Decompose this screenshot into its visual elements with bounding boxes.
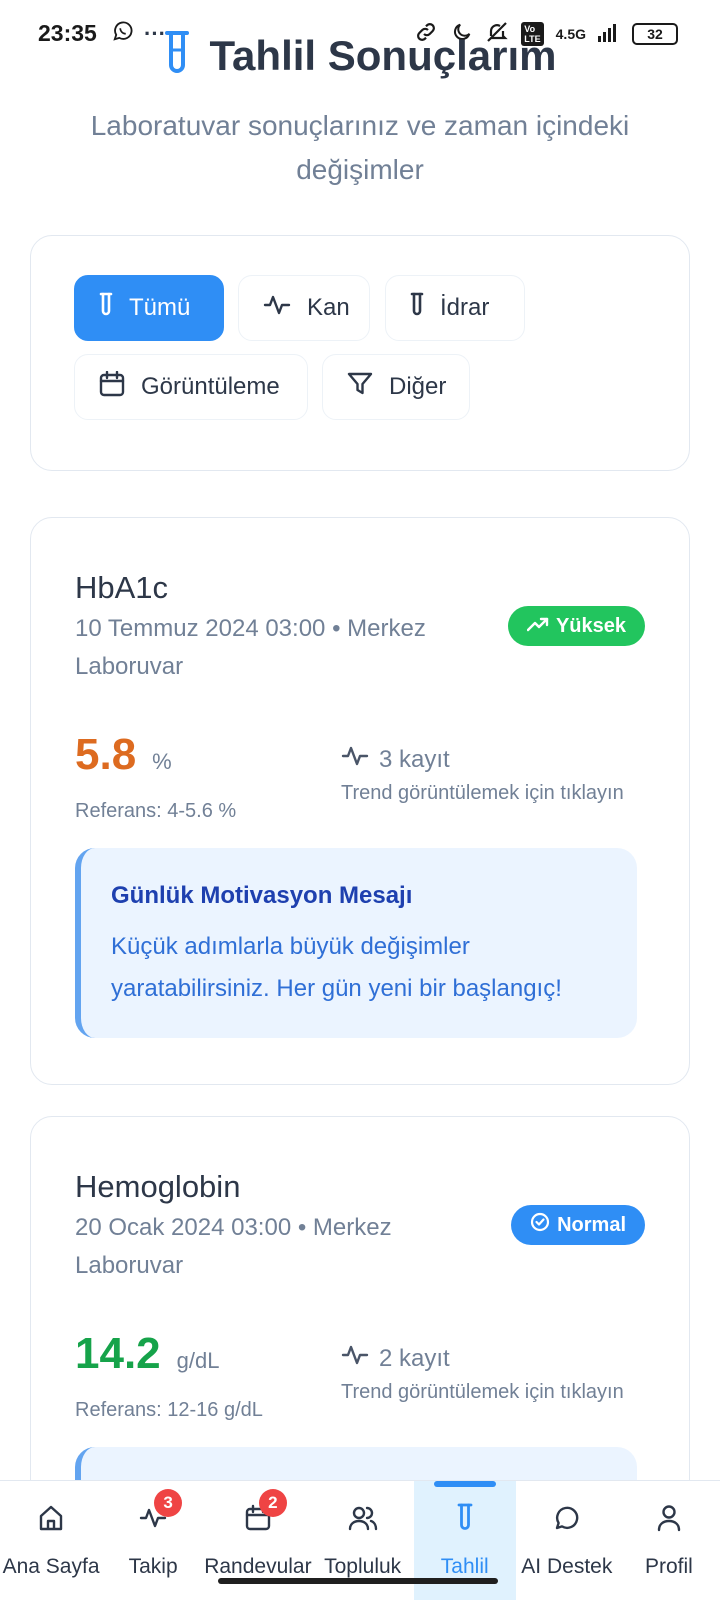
nav-label: Topluluk bbox=[324, 1555, 402, 1578]
nav-label: AI Destek bbox=[521, 1555, 613, 1578]
home-indicator[interactable] bbox=[218, 1578, 498, 1584]
filter-chip-label: Kan bbox=[307, 294, 350, 321]
result-meta: 20 Ocak 2024 03:00 • Merkez Laboruvar bbox=[75, 1214, 392, 1279]
notification-badge: 3 bbox=[154, 1489, 183, 1517]
test-tube-icon bbox=[410, 292, 424, 325]
result-reference: Referans: 4-5.6 % bbox=[75, 800, 237, 822]
result-meta: 10 Temmuz 2024 03:00 • Merkez Laboruvar bbox=[75, 615, 426, 680]
filter-chip-label: İdrar bbox=[440, 294, 490, 321]
activity-icon bbox=[341, 1343, 369, 1374]
status-badge-label: Normal bbox=[557, 1213, 626, 1236]
result-value-number: 14.2 bbox=[75, 1329, 161, 1378]
filter-chip-tumu[interactable]: Tümü bbox=[74, 275, 224, 341]
nav-label: Ana Sayfa bbox=[2, 1555, 100, 1578]
result-value: 14.2 g/dL bbox=[75, 1329, 219, 1379]
filter-chip-label: Diğer bbox=[389, 373, 447, 400]
filter-chip-diger[interactable]: Diğer bbox=[322, 354, 470, 420]
nav-label: Randevular bbox=[204, 1555, 312, 1578]
result-name: Hemoglobin bbox=[75, 1169, 241, 1204]
trending-up-icon bbox=[526, 615, 549, 638]
nav-label: Tahlil bbox=[440, 1555, 489, 1578]
filter-icon bbox=[347, 371, 373, 404]
page-subtitle: Laboratuvar sonuçlarınız ve zaman içinde… bbox=[90, 110, 630, 185]
result-unit: g/dL bbox=[176, 1348, 220, 1373]
notification-badge: 2 bbox=[258, 1489, 287, 1517]
filter-chip-idrar[interactable]: İdrar bbox=[385, 275, 525, 341]
nav-item-profil[interactable]: Profil bbox=[618, 1481, 720, 1600]
test-tube-icon bbox=[450, 1503, 480, 1533]
filter-chip-label: Tümü bbox=[129, 294, 191, 321]
status-badge-label: Yüksek bbox=[555, 614, 626, 637]
nav-label: Takip bbox=[128, 1555, 178, 1578]
result-unit: % bbox=[152, 749, 172, 774]
trend-link[interactable]: 2 kayıt bbox=[341, 1343, 450, 1374]
result-value-number: 5.8 bbox=[75, 730, 137, 779]
activity-icon bbox=[263, 293, 291, 324]
filter-card: Tümü Kan İdrar Görüntüleme Diğer bbox=[30, 235, 690, 471]
home-icon bbox=[36, 1503, 66, 1533]
filter-chip-label: Görüntüleme bbox=[141, 373, 280, 400]
result-name: HbA1c bbox=[75, 570, 169, 605]
result-value: 5.8 % bbox=[75, 730, 172, 780]
check-circle-icon bbox=[530, 1212, 550, 1238]
trend-hint: Trend görüntülemek için tıklayın bbox=[341, 782, 624, 804]
trend-hint: Trend görüntülemek için tıklayın bbox=[341, 1381, 624, 1403]
trend-count: 3 kayıt bbox=[379, 745, 450, 773]
status-badge: Yüksek bbox=[507, 606, 645, 646]
status-badge: Normal bbox=[511, 1205, 645, 1245]
result-reference: Referans: 12-16 g/dL bbox=[75, 1399, 263, 1421]
filter-chip-goruntuleme[interactable]: Görüntüleme bbox=[74, 354, 308, 420]
nav-item-takip[interactable]: 3 Takip bbox=[102, 1481, 204, 1600]
trend-link[interactable]: 3 kayıt bbox=[341, 744, 450, 775]
trend-count: 2 kayıt bbox=[379, 1344, 450, 1372]
test-tube-icon bbox=[164, 30, 190, 81]
page-header: Tahlil Sonuçlarım bbox=[0, 30, 720, 81]
nav-label: Profil bbox=[644, 1555, 693, 1578]
page-title: Tahlil Sonuçlarım bbox=[209, 31, 557, 79]
test-tube-icon bbox=[99, 292, 113, 325]
motivation-text: Küçük adımlarla büyük değişimler yaratab… bbox=[111, 933, 562, 1002]
calendar-icon: 2 bbox=[243, 1489, 287, 1533]
result-card-hba1c[interactable]: HbA1c 10 Temmuz 2024 03:00 • Merkez Labo… bbox=[30, 517, 690, 1085]
calendar-icon bbox=[99, 370, 125, 404]
filter-chip-kan[interactable]: Kan bbox=[238, 275, 370, 341]
activity-icon bbox=[341, 744, 369, 775]
nav-item-ai-destek[interactable]: AI Destek bbox=[516, 1481, 618, 1600]
users-icon bbox=[348, 1503, 378, 1533]
nav-item-ana-sayfa[interactable]: Ana Sayfa bbox=[0, 1481, 102, 1600]
motivation-box: Günlük Motivasyon Mesajı Küçük adımlarla… bbox=[75, 848, 637, 1038]
activity-icon: 3 bbox=[138, 1489, 183, 1533]
chat-icon bbox=[552, 1503, 582, 1533]
motivation-title: Günlük Motivasyon Mesajı bbox=[111, 882, 413, 909]
user-icon bbox=[654, 1503, 684, 1533]
